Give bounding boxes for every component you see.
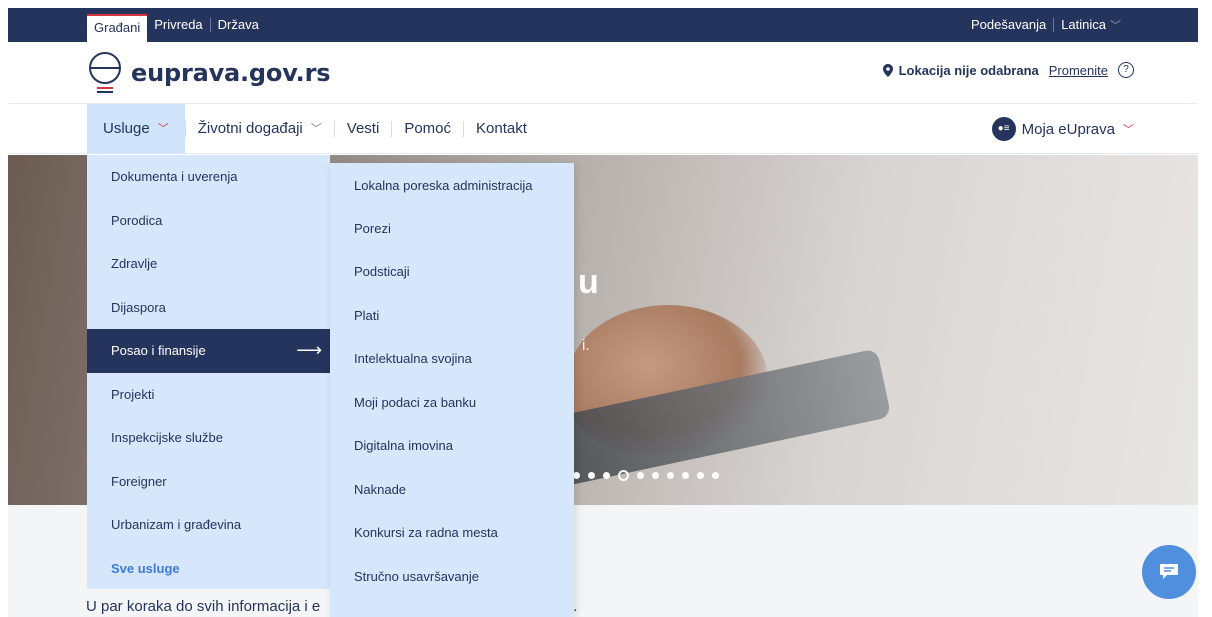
submenu-item[interactable]: Porezi bbox=[330, 207, 574, 251]
menu-item-foreigner[interactable]: Foreigner bbox=[87, 460, 330, 504]
script-label: Latinica bbox=[1061, 16, 1106, 32]
services-menu: Dokumenta i uverenja Porodica Zdravlje D… bbox=[87, 155, 330, 589]
submenu-item[interactable]: Digitalna imovina bbox=[330, 425, 574, 469]
all-services-link[interactable]: Sve usluge bbox=[87, 547, 330, 591]
site-header: euprava.gov.rs Lokacija nije odabrana Pr… bbox=[8, 42, 1198, 104]
nav-label: Usluge bbox=[103, 120, 150, 137]
settings-link[interactable]: Podešavanja bbox=[964, 8, 1053, 42]
help-icon[interactable]: ? bbox=[1118, 62, 1134, 78]
slider-dot[interactable] bbox=[712, 472, 719, 479]
nav-item-kontakt[interactable]: Kontakt bbox=[464, 104, 539, 154]
top-bar: Građani Privreda Država Podešavanja Lati… bbox=[8, 8, 1198, 42]
submenu-item[interactable]: Podsticaji bbox=[330, 251, 574, 295]
location-bar: Lokacija nije odabrana Promenite ? bbox=[882, 62, 1134, 78]
user-list-icon: ●≡ bbox=[991, 117, 1016, 141]
location-pin-icon bbox=[882, 63, 893, 77]
e-logo-icon bbox=[89, 52, 121, 93]
slider-dot[interactable] bbox=[667, 472, 674, 479]
menu-item-label: Posao i finansije bbox=[111, 343, 206, 359]
menu-item-inspekcijske-sluzbe[interactable]: Inspekcijske službe bbox=[87, 416, 330, 460]
chat-icon bbox=[1160, 564, 1178, 579]
script-selector[interactable]: Latinica ﹀ bbox=[1054, 8, 1128, 43]
logo-text: euprava.gov.rs bbox=[131, 59, 331, 87]
slider-dot[interactable] bbox=[603, 472, 610, 479]
submenu-item[interactable]: Intelektualna svojina bbox=[330, 338, 574, 382]
tab-drzava[interactable]: Država bbox=[211, 8, 266, 42]
account-menu[interactable]: ●≡ Moja eUprava ﹀ bbox=[991, 117, 1134, 141]
submenu-item[interactable]: Plati bbox=[330, 294, 574, 338]
chevron-down-icon: ﹀ bbox=[310, 123, 322, 135]
nav-item-zivotni-dogadjaji[interactable]: Životni događaji ﹀ bbox=[186, 104, 334, 154]
menu-item-urbanizam[interactable]: Urbanizam i građevina bbox=[87, 503, 330, 547]
services-submenu: Lokalna poreska administracija Porezi Po… bbox=[330, 163, 574, 617]
tagline-left: U par koraka do svih informacija i e bbox=[86, 598, 321, 615]
slider-dot[interactable] bbox=[682, 472, 689, 479]
nav-item-pomoc[interactable]: Pomoć bbox=[392, 104, 463, 154]
change-location-link[interactable]: Promenite bbox=[1049, 63, 1108, 78]
slider-dot[interactable] bbox=[637, 472, 644, 479]
location-status: Lokacija nije odabrana bbox=[898, 62, 1039, 78]
slider-dot[interactable] bbox=[697, 472, 704, 479]
main-nav: Usluge ﹀ Životni događaji ﹀ Vesti Pomoć Ko… bbox=[8, 104, 1198, 154]
audience-tabs: Građani Privreda Država bbox=[87, 8, 266, 42]
menu-item-dijaspora[interactable]: Dijaspora bbox=[87, 286, 330, 330]
nav-items: Usluge ﹀ Životni događaji ﹀ Vesti Pomoć Ko… bbox=[87, 104, 539, 154]
hero-text: i. bbox=[582, 337, 590, 354]
chevron-down-icon: ﹀ bbox=[157, 123, 169, 135]
slider-dot[interactable] bbox=[573, 472, 580, 479]
slider-dot[interactable] bbox=[652, 472, 659, 479]
menu-item-dokumenta[interactable]: Dokumenta i uverenja bbox=[87, 155, 330, 199]
slider-dot[interactable] bbox=[588, 472, 595, 479]
nav-item-vesti[interactable]: Vesti bbox=[335, 104, 392, 154]
chevron-down-icon: ﹀ bbox=[1110, 19, 1121, 32]
menu-item-porodica[interactable]: Porodica bbox=[87, 199, 330, 243]
submenu-item[interactable]: Stručno usavršavanje bbox=[330, 555, 574, 599]
chat-button[interactable] bbox=[1142, 545, 1196, 599]
nav-item-usluge[interactable]: Usluge ﹀ bbox=[87, 104, 185, 154]
account-label: Moja eUprava bbox=[1021, 120, 1115, 138]
menu-item-posao-i-finansije[interactable]: Posao i finansije ⟶ bbox=[87, 329, 330, 373]
submenu-item[interactable]: Naknade bbox=[330, 468, 574, 512]
submenu-item[interactable]: Moji podaci za banku bbox=[330, 381, 574, 425]
logo[interactable]: euprava.gov.rs bbox=[87, 50, 331, 96]
tab-privreda[interactable]: Privreda bbox=[147, 8, 209, 42]
arrow-right-icon: ⟶ bbox=[296, 340, 322, 361]
hero-title: u bbox=[578, 263, 599, 301]
nav-label: Životni događaji bbox=[197, 120, 303, 137]
chevron-down-icon: ﹀ bbox=[1123, 124, 1134, 136]
slider-dot[interactable] bbox=[618, 470, 629, 481]
menu-item-projekti[interactable]: Projekti bbox=[87, 373, 330, 417]
menu-item-zdravlje[interactable]: Zdravlje bbox=[87, 242, 330, 286]
slider-dots bbox=[573, 470, 727, 481]
tab-gradjani[interactable]: Građani bbox=[87, 14, 148, 42]
top-bar-right: Podešavanja Latinica ﹀ bbox=[964, 8, 1128, 42]
submenu-item[interactable]: Konkursi za radna mesta bbox=[330, 512, 574, 556]
